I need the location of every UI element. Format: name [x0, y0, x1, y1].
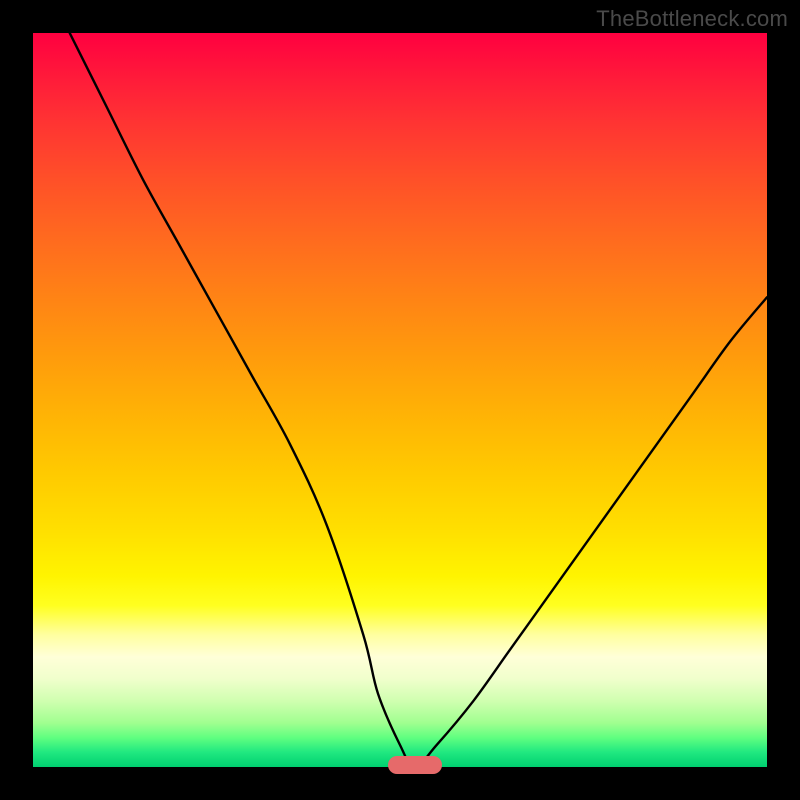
bottleneck-curve	[33, 33, 767, 767]
plot-area	[33, 33, 767, 767]
watermark-text: TheBottleneck.com	[596, 6, 788, 32]
chart-frame: TheBottleneck.com	[0, 0, 800, 800]
optimal-marker	[388, 756, 442, 774]
